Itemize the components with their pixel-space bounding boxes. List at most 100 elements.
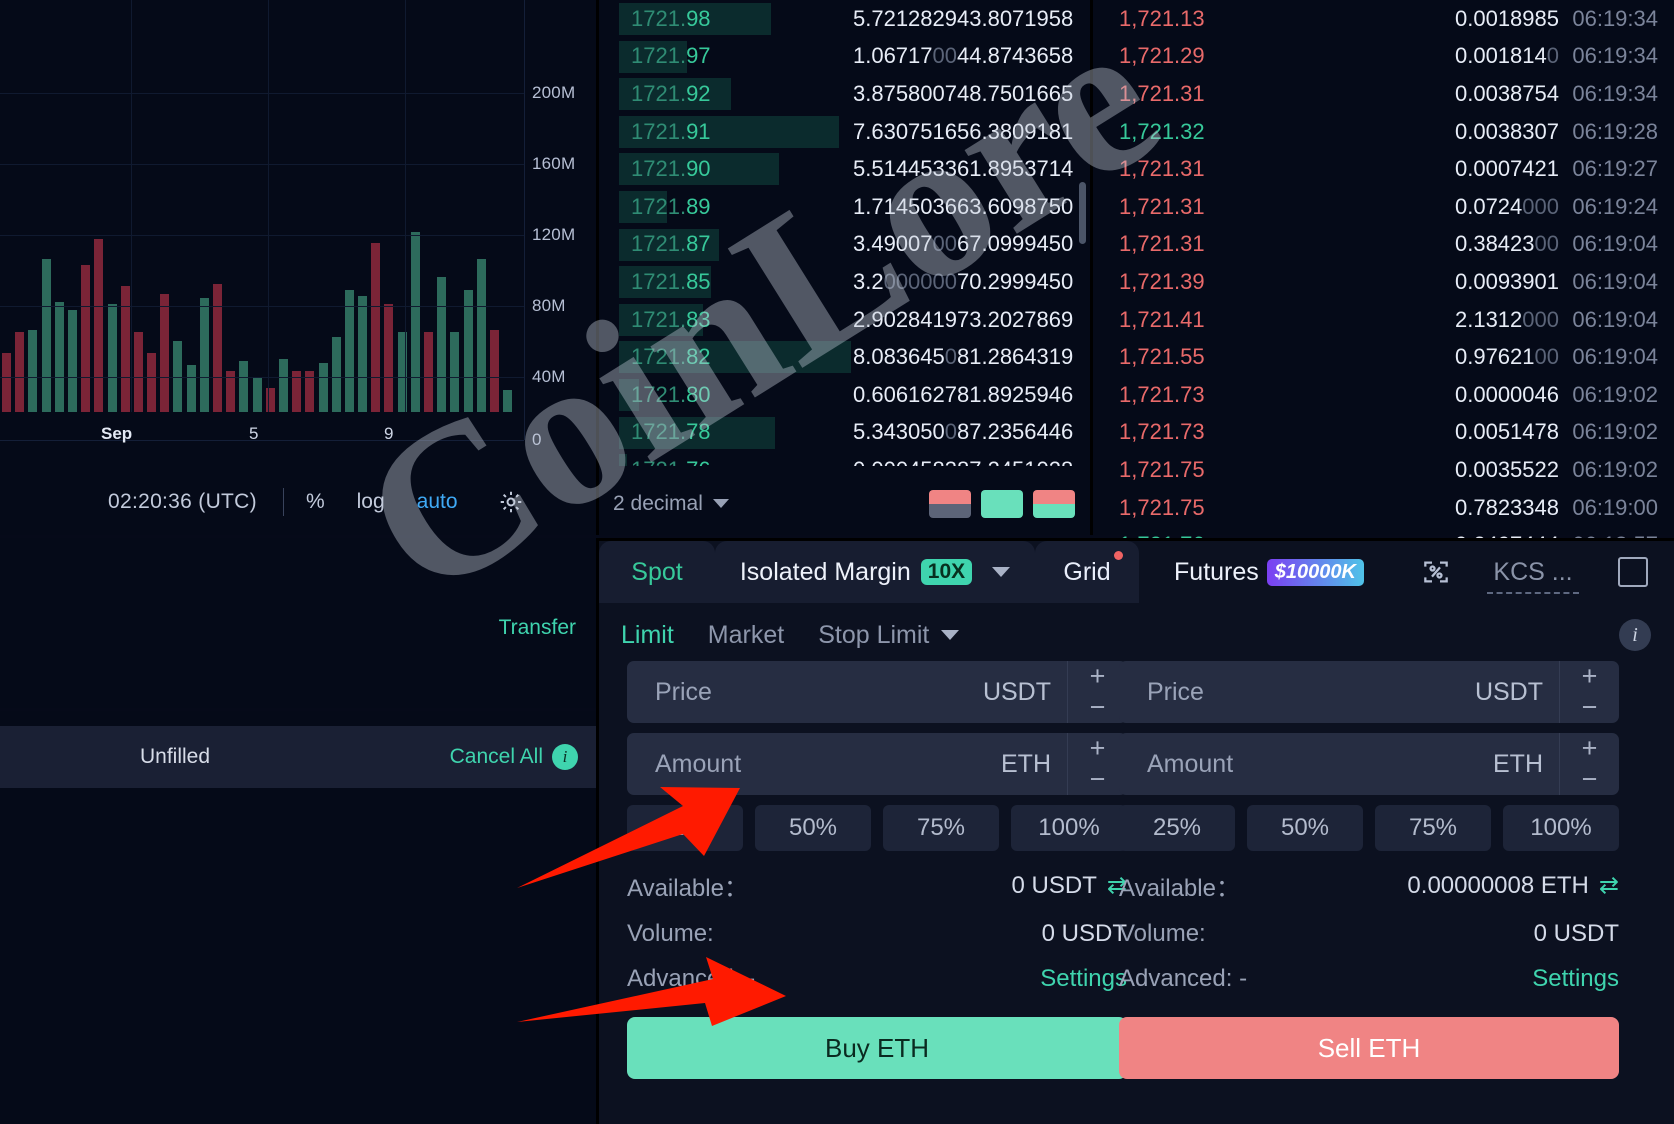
layout-both-button[interactable] (929, 489, 971, 518)
buy-percent-button[interactable]: 25% (627, 805, 743, 851)
sell-price-stepper[interactable]: + − (1559, 661, 1619, 723)
orderbook-row[interactable]: 1721.91 7.6307516 56.3809181 (599, 113, 1089, 151)
chart-y-tick: 0 (532, 430, 542, 449)
orderbook-scrollbar[interactable] (1079, 182, 1086, 244)
orderbook-row[interactable]: 1721.97 1.0671700 44.8743658 (599, 38, 1089, 76)
orderbook-row[interactable]: 1721.760.000458387.2451028 (599, 451, 1089, 466)
tab-futures-label: Futures (1174, 557, 1259, 586)
trade-row: 1,721.41 2.1312000 06:19:04 (1093, 301, 1674, 339)
trade-row: 1,721.31 0.3842300 06:19:04 (1093, 226, 1674, 264)
orderbook-row[interactable]: 1721.82 8.0836450 81.2864319 (599, 338, 1089, 376)
buy-settings-link[interactable]: Settings (1040, 965, 1127, 993)
sell-amount-field[interactable]: Amount ETH + − (1119, 733, 1619, 795)
tab-isolated-margin[interactable]: Isolated Margin 10X (715, 541, 1035, 603)
chart-gridline (0, 164, 524, 165)
orderbook-amount: 5.7212829 (853, 5, 957, 31)
buy-submit-button[interactable]: Buy ETH (627, 1017, 1127, 1079)
volume-bar (213, 284, 222, 412)
orderbook-panel: 1721.98 5.7212829 43.8071958 1721.97 1.06717… (596, 0, 1090, 535)
buy-amount-stepper[interactable]: + − (1067, 733, 1127, 795)
trade-price: 1,721.75 (1119, 494, 1205, 520)
chart-gridline (0, 93, 524, 94)
volume-bar (41, 258, 51, 412)
trade-row: 1,721.73 0.0000046 06:19:02 (1093, 376, 1674, 414)
trade-time: 06:19:04 (1572, 344, 1658, 370)
orderbook-row[interactable]: 1721.78 5.3430500 87.2356446 (599, 414, 1089, 452)
sell-settings-link[interactable]: Settings (1532, 965, 1619, 993)
trade-amount: 2.1312000 (1454, 306, 1559, 332)
trade-price: 1,721.32 (1119, 118, 1205, 144)
transfer-link[interactable]: Transfer (499, 616, 576, 640)
log-scale-button[interactable]: log (357, 490, 385, 514)
orderbook-row[interactable]: 1721.80 0.6061627 81.8925946 (599, 376, 1089, 414)
decimal-precision-dropdown[interactable]: 2 decimal (613, 492, 729, 516)
buy-advanced-label[interactable]: Advanced: - (627, 965, 755, 993)
buy-price-unit: USDT (982, 677, 1051, 706)
orderbook-row[interactable]: 1721.87 3.4900700 67.0999450 (599, 226, 1089, 264)
orderbook-total: 81.8925946 (957, 381, 1074, 407)
orderbook-row[interactable]: 1721.89 1.7145036 63.6098750 (599, 188, 1089, 226)
sell-percent-button[interactable]: 100% (1503, 805, 1619, 851)
orderbook-row[interactable]: 1721.98 5.7212829 43.8071958 (599, 0, 1089, 38)
tab-grid-label: Grid (1063, 557, 1111, 586)
orderbook-price: 1721.78 (631, 419, 711, 445)
trade-time: 06:19:34 (1572, 5, 1658, 31)
buy-percent-button[interactable]: 100% (1011, 805, 1127, 851)
orderbook-row[interactable]: 1721.85 3.2000000 70.2999450 (599, 263, 1089, 301)
layout-bids-button[interactable] (981, 489, 1023, 518)
order-type-stop-limit[interactable]: Stop Limit (818, 621, 929, 650)
layout-asks-button[interactable] (1033, 489, 1075, 518)
sell-price-field[interactable]: Price USDT + − (1119, 661, 1619, 723)
tab-grid[interactable]: Grid (1035, 541, 1139, 603)
orderbook-row[interactable]: 1721.90 5.5144533 61.8953714 (599, 150, 1089, 188)
volume-bar (410, 231, 420, 412)
buy-percent-button[interactable]: 75% (883, 805, 999, 851)
sell-advanced-label[interactable]: Advanced: - (1119, 965, 1247, 993)
percent-box-icon[interactable] (1399, 541, 1473, 603)
info-icon[interactable]: i (552, 744, 578, 770)
sell-percent-button[interactable]: 25% (1119, 805, 1235, 851)
volume-bar (239, 361, 249, 412)
orderbook-rows[interactable]: 1721.98 5.7212829 43.8071958 1721.97 1.06717… (599, 0, 1089, 466)
volume-bar (147, 353, 157, 412)
order-type-market[interactable]: Market (708, 621, 784, 650)
tab-kcs[interactable]: KCS ... (1473, 541, 1593, 603)
sell-percent-button[interactable]: 75% (1375, 805, 1491, 851)
orderbook-price: 1721.98 (631, 5, 711, 31)
sell-percent-button[interactable]: 50% (1247, 805, 1363, 851)
expand-icon[interactable] (1593, 541, 1673, 603)
cancel-all-button[interactable]: Cancel All i (450, 744, 578, 770)
sell-amount-stepper[interactable]: + − (1559, 733, 1619, 795)
chart-gridline (0, 306, 524, 307)
orderbook-row[interactable]: 1721.92 3.8758007 48.7501665 (599, 75, 1089, 113)
orderbook-price: 1721.89 (631, 193, 711, 219)
trade-time: 06:19:34 (1572, 43, 1658, 69)
chevron-down-icon[interactable] (992, 567, 1011, 577)
gear-icon[interactable] (498, 489, 524, 515)
volume-bar (199, 298, 209, 412)
tab-spot[interactable]: Spot (599, 541, 715, 603)
buy-price-field[interactable]: Price USDT + − (627, 661, 1127, 723)
buy-volume-row: Volume: 0 USDT (627, 920, 1127, 948)
percent-scale-button[interactable]: % (306, 490, 325, 514)
sell-available-row: Available： 0.00000008 ETH ⇄ (1119, 868, 1619, 903)
info-icon[interactable]: i (1619, 619, 1651, 651)
buy-available-label: Available： (627, 875, 748, 902)
orderbook-total: 87.2356446 (957, 419, 1074, 445)
trade-amount: 0.0007421 (1455, 156, 1559, 182)
buy-amount-field[interactable]: Amount ETH + − (627, 733, 1127, 795)
orderbook-row[interactable]: 1721.83 2.9028419 73.2027869 (599, 301, 1089, 339)
unfilled-label: Unfilled (140, 745, 211, 768)
buy-price-stepper[interactable]: + − (1067, 661, 1127, 723)
orderbook-price: 1721.91 (631, 118, 711, 144)
sell-submit-button[interactable]: Sell ETH (1119, 1017, 1619, 1079)
auto-scale-button[interactable]: auto (417, 490, 458, 514)
tab-futures[interactable]: Futures $10000K (1139, 541, 1399, 603)
trade-price: 1,721.73 (1119, 419, 1205, 445)
swap-icon[interactable]: ⇄ (1599, 871, 1619, 900)
order-type-limit[interactable]: Limit (621, 621, 674, 650)
leverage-badge: 10X (920, 559, 973, 585)
buy-percent-button[interactable]: 50% (755, 805, 871, 851)
orderbook-amount: 5.5144533 (853, 156, 957, 182)
chevron-down-icon[interactable] (941, 630, 960, 640)
